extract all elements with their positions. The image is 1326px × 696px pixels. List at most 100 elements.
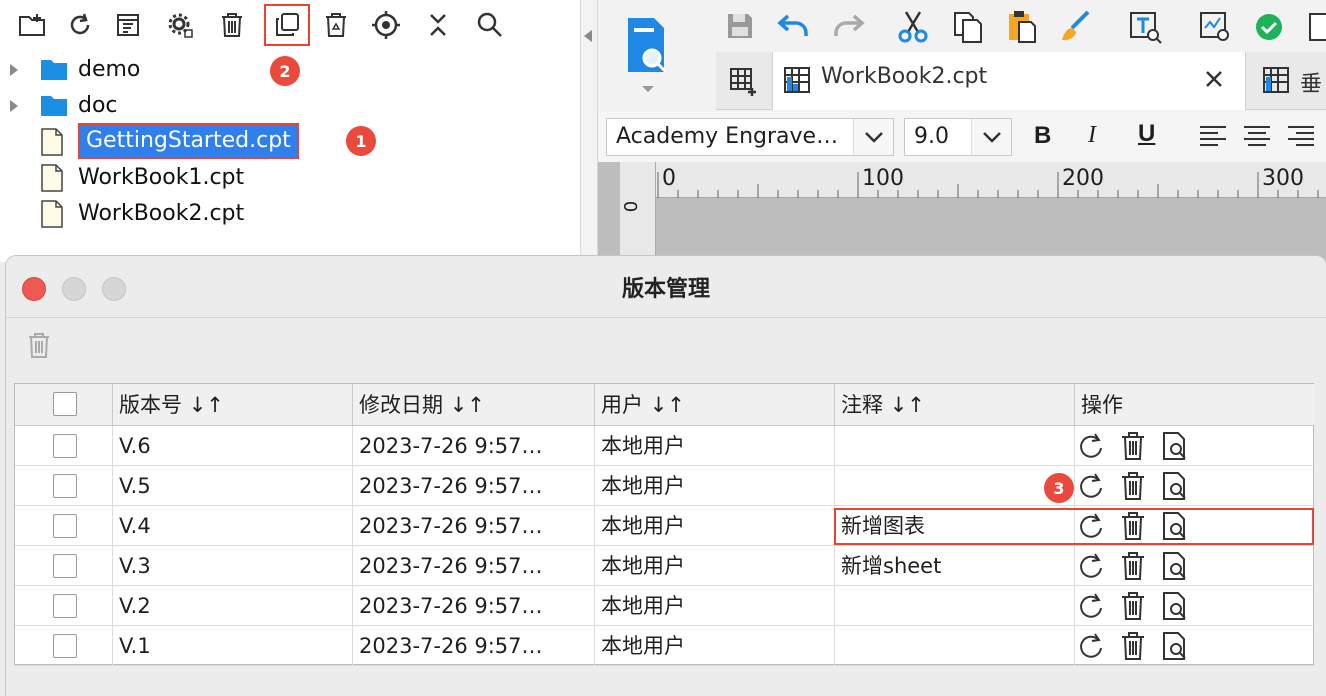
redo-icon[interactable]	[830, 10, 866, 42]
ruler-tick-label: 300	[1262, 166, 1304, 191]
sort-icon[interactable]: ↓↑	[650, 393, 685, 417]
chevron-down-icon[interactable]	[971, 119, 1011, 155]
font-size-select[interactable]: 9.0	[904, 118, 1012, 156]
note-cell[interactable]	[835, 426, 1075, 466]
tree-item-label: WorkBook2.cpt	[78, 201, 245, 226]
restore-icon[interactable]	[1077, 590, 1109, 622]
select-all-checkbox[interactable]	[53, 392, 77, 416]
trash-icon[interactable]	[1119, 430, 1151, 462]
refresh-icon[interactable]	[60, 6, 100, 44]
table-row[interactable]: V.3 2023-7-26 9:57… 本地用户 新增sheet	[15, 546, 1315, 586]
trash-icon[interactable]	[1119, 470, 1151, 502]
expand-arrow-icon[interactable]	[10, 64, 18, 76]
new-folder-icon[interactable]	[12, 6, 52, 44]
preview-file-icon[interactable]	[1161, 430, 1193, 462]
note-cell[interactable]: 新增sheet	[835, 546, 1075, 586]
preview-file-icon[interactable]	[1161, 630, 1193, 662]
tree-item-workbook2[interactable]: WorkBook2.cpt	[0, 196, 580, 232]
locate-icon[interactable]	[366, 6, 406, 44]
trash-icon[interactable]	[1119, 550, 1151, 582]
delete-icon[interactable]	[212, 6, 252, 44]
row-select-cell[interactable]	[15, 426, 113, 466]
row-checkbox[interactable]	[53, 634, 77, 658]
collapse-left-icon[interactable]	[584, 30, 592, 42]
template-icon[interactable]	[108, 6, 148, 44]
align-left-icon[interactable]	[1198, 124, 1228, 150]
column-header-note[interactable]: 注释 ↓↑	[835, 384, 1075, 426]
table-row[interactable]: V.5 2023-7-26 9:57… 本地用户	[15, 466, 1315, 506]
date-cell: 2023-7-26 9:57…	[353, 506, 595, 546]
preview-file-icon[interactable]	[1161, 550, 1193, 582]
note-cell[interactable]	[835, 586, 1075, 626]
table-row[interactable]: V.1 2023-7-26 9:57… 本地用户	[15, 626, 1315, 666]
row-select-cell[interactable]	[15, 586, 113, 626]
search-icon[interactable]	[470, 6, 510, 44]
restore-icon[interactable]	[1077, 470, 1109, 502]
row-select-cell[interactable]	[15, 506, 113, 546]
row-select-cell[interactable]	[15, 546, 113, 586]
recycle-icon[interactable]	[316, 6, 356, 44]
align-right-icon[interactable]	[1286, 124, 1316, 150]
tree-item-doc[interactable]: doc	[0, 88, 580, 124]
format-painter-icon[interactable]	[1058, 10, 1092, 44]
row-checkbox[interactable]	[53, 554, 77, 578]
chevron-down-icon[interactable]	[853, 119, 893, 155]
horizontal-ruler: 0 100 200 300	[656, 162, 1326, 198]
close-tab-icon[interactable]	[1203, 68, 1225, 90]
page-icon[interactable]	[1308, 10, 1326, 44]
column-header-version[interactable]: 版本号 ↓↑	[113, 384, 353, 426]
bold-button[interactable]: B	[1034, 122, 1051, 150]
italic-button[interactable]: I	[1088, 122, 1096, 149]
chart-inspect-icon[interactable]	[1198, 10, 1232, 44]
tree-item-demo[interactable]: demo	[0, 52, 580, 88]
restore-icon[interactable]	[1077, 550, 1109, 582]
text-search-icon[interactable]	[1128, 10, 1162, 44]
collapse-icon[interactable]	[418, 6, 458, 44]
sort-icon[interactable]: ↓↑	[450, 393, 485, 417]
tree-item-workbook1[interactable]: WorkBook1.cpt	[0, 160, 580, 196]
save-icon[interactable]	[724, 10, 756, 42]
header-select-all[interactable]	[15, 384, 113, 426]
table-row[interactable]: V.2 2023-7-26 9:57… 本地用户	[15, 586, 1315, 626]
tab-workbook2[interactable]: WorkBook2.cpt	[772, 52, 1246, 110]
tab-label-second[interactable]: 垂	[1300, 66, 1322, 98]
new-sheet-icon[interactable]	[728, 66, 760, 98]
paste-icon[interactable]	[1006, 10, 1038, 44]
settings-icon[interactable]	[160, 6, 200, 44]
align-center-icon[interactable]	[1242, 124, 1272, 150]
preview-file-icon[interactable]	[1161, 590, 1193, 622]
note-cell[interactable]	[835, 466, 1075, 506]
check-icon[interactable]	[1254, 12, 1284, 42]
sort-icon[interactable]: ↓↑	[189, 393, 224, 417]
tree-item-gettingstarted[interactable]: GettingStarted.cpt	[0, 123, 580, 160]
trash-icon[interactable]	[1119, 630, 1151, 662]
row-select-cell[interactable]	[15, 466, 113, 506]
undo-icon[interactable]	[776, 10, 812, 42]
user-cell: 本地用户	[595, 426, 835, 466]
sort-icon[interactable]: ↓↑	[890, 393, 925, 417]
user-cell: 本地用户	[595, 586, 835, 626]
trash-icon[interactable]	[1119, 590, 1151, 622]
restore-icon[interactable]	[1077, 430, 1109, 462]
row-checkbox[interactable]	[53, 594, 77, 618]
font-name-select[interactable]: Academy Engrave…	[606, 118, 894, 156]
delete-icon[interactable]	[26, 330, 52, 360]
pane-splitter[interactable]	[580, 0, 598, 262]
table-row[interactable]: V.6 2023-7-26 9:57… 本地用户	[15, 426, 1315, 466]
cut-icon[interactable]	[896, 10, 930, 44]
expand-arrow-icon[interactable]	[10, 100, 18, 112]
preview-file-icon[interactable]	[1161, 470, 1193, 502]
column-header-user[interactable]: 用户 ↓↑	[595, 384, 835, 426]
preview-icon[interactable]	[622, 14, 670, 94]
restore-icon[interactable]	[1077, 630, 1109, 662]
row-select-cell[interactable]	[15, 626, 113, 666]
column-header-date[interactable]: 修改日期 ↓↑	[353, 384, 595, 426]
row-checkbox[interactable]	[53, 474, 77, 498]
note-cell[interactable]	[835, 626, 1075, 666]
version-copy-icon[interactable]	[264, 4, 310, 46]
row-checkbox[interactable]	[53, 434, 77, 458]
underline-button[interactable]: U	[1138, 120, 1155, 148]
row-checkbox[interactable]	[53, 514, 77, 538]
copy-icon[interactable]	[952, 10, 984, 44]
folder-icon	[40, 92, 68, 118]
